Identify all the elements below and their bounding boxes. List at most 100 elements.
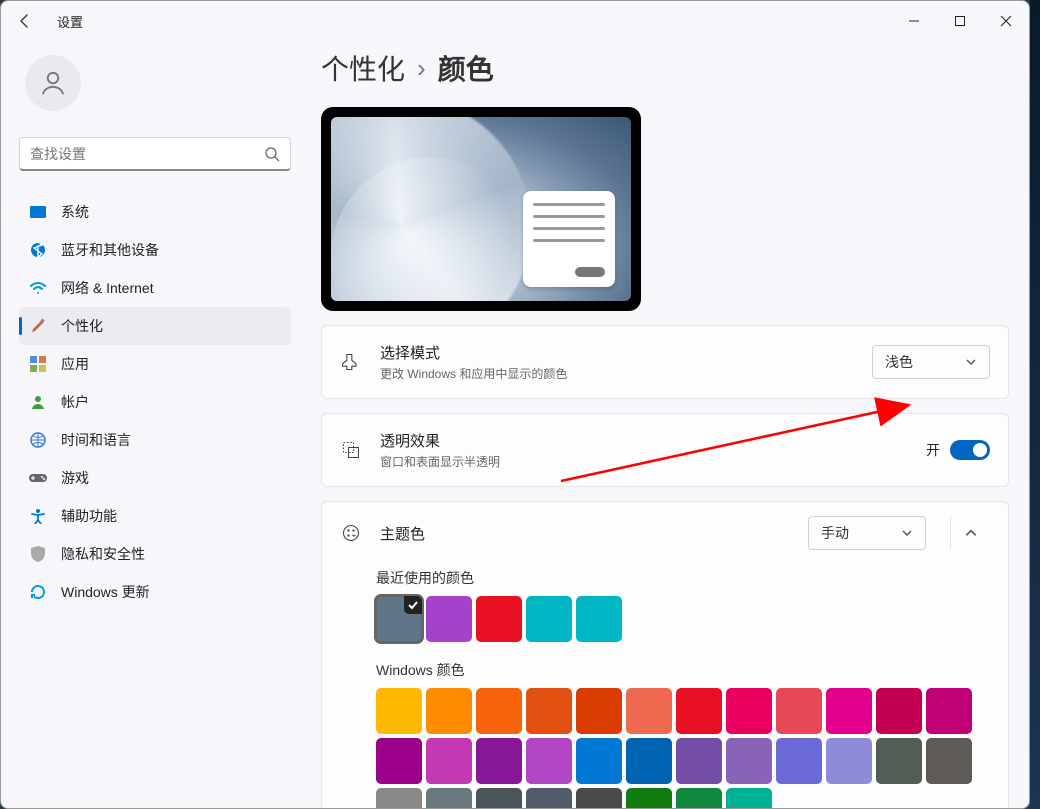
windows-color-swatch[interactable] xyxy=(426,788,472,808)
recent-color-swatch[interactable] xyxy=(576,596,622,642)
windows-color-swatch[interactable] xyxy=(576,788,622,808)
recent-colors-section: 最近使用的颜色 xyxy=(340,568,990,642)
windows-colors-section: Windows 颜色 xyxy=(340,660,990,808)
sidebar-item-account[interactable]: 帐户 xyxy=(19,383,291,421)
avatar[interactable] xyxy=(25,55,81,111)
windows-color-swatch[interactable] xyxy=(526,788,572,808)
sidebar-item-apps[interactable]: 应用 xyxy=(19,345,291,383)
windows-color-swatch[interactable] xyxy=(876,738,922,784)
windows-color-swatch[interactable] xyxy=(426,688,472,734)
sidebar-item-wifi[interactable]: 网络 & Internet xyxy=(19,269,291,307)
transparency-toggle[interactable] xyxy=(950,440,990,460)
main-content: 个性化 › 颜色 xyxy=(301,41,1029,808)
accent-color-card: 主题色 手动 最近使用的颜色 Windows 颜色 xyxy=(321,501,1009,808)
chevron-right-icon: › xyxy=(417,53,426,84)
sidebar-item-globe-clock[interactable]: 时间和语言 xyxy=(19,421,291,459)
windows-color-swatch[interactable] xyxy=(626,788,672,808)
recent-color-swatch[interactable] xyxy=(426,596,472,642)
sidebar-item-accessibility[interactable]: 辅助功能 xyxy=(19,497,291,535)
preview-frame xyxy=(321,107,641,311)
windows-color-swatch[interactable] xyxy=(726,788,772,808)
chevron-down-icon xyxy=(901,527,913,539)
account-icon xyxy=(29,394,47,410)
sidebar-item-label: Windows 更新 xyxy=(61,582,150,602)
windows-color-swatch[interactable] xyxy=(626,688,672,734)
sidebar-item-monitor[interactable]: 系统 xyxy=(19,193,291,231)
windows-color-swatch[interactable] xyxy=(926,688,972,734)
windows-colors-grid xyxy=(376,688,990,808)
minimize-button[interactable] xyxy=(891,5,937,37)
wifi-icon xyxy=(29,282,47,294)
toggle-knob xyxy=(973,443,987,457)
mode-dropdown[interactable]: 浅色 xyxy=(872,345,990,379)
palette-icon xyxy=(340,523,362,543)
check-icon xyxy=(404,596,422,614)
chevron-down-icon xyxy=(965,356,977,368)
sidebar-item-label: 隐私和安全性 xyxy=(61,544,145,564)
recent-color-swatch[interactable] xyxy=(526,596,572,642)
windows-color-swatch[interactable] xyxy=(676,788,722,808)
accent-collapse-button[interactable] xyxy=(950,516,990,550)
sidebar-item-label: 个性化 xyxy=(61,316,103,336)
close-button[interactable] xyxy=(983,5,1029,37)
recent-color-swatch[interactable] xyxy=(376,596,422,642)
windows-color-swatch[interactable] xyxy=(426,738,472,784)
windows-color-swatch[interactable] xyxy=(676,688,722,734)
maximize-button[interactable] xyxy=(937,5,983,37)
transparency-state-label: 开 xyxy=(926,440,940,460)
windows-color-swatch[interactable] xyxy=(776,738,822,784)
windows-color-swatch[interactable] xyxy=(576,688,622,734)
recent-color-swatch[interactable] xyxy=(476,596,522,642)
shield-icon xyxy=(29,546,47,562)
brush-icon xyxy=(29,318,47,334)
sidebar-item-update[interactable]: Windows 更新 xyxy=(19,573,291,611)
sidebar-item-shield[interactable]: 隐私和安全性 xyxy=(19,535,291,573)
windows-color-swatch[interactable] xyxy=(526,688,572,734)
windows-color-swatch[interactable] xyxy=(926,738,972,784)
color-preview xyxy=(321,107,1009,311)
windows-color-swatch[interactable] xyxy=(726,688,772,734)
windows-color-swatch[interactable] xyxy=(476,688,522,734)
window-controls xyxy=(891,5,1029,37)
breadcrumb-current: 颜色 xyxy=(438,48,494,88)
windows-color-swatch[interactable] xyxy=(776,688,822,734)
search-box[interactable] xyxy=(19,137,291,171)
windows-color-swatch[interactable] xyxy=(826,688,872,734)
mode-title: 选择模式 xyxy=(380,342,854,363)
windows-color-swatch[interactable] xyxy=(576,738,622,784)
recent-colors-row xyxy=(376,596,990,642)
windows-color-swatch[interactable] xyxy=(526,738,572,784)
mode-subtitle: 更改 Windows 和应用中显示的颜色 xyxy=(380,365,854,382)
accent-dropdown[interactable]: 手动 xyxy=(808,516,926,550)
sidebar-item-label: 网络 & Internet xyxy=(61,278,154,298)
sidebar-item-label: 时间和语言 xyxy=(61,430,131,450)
accent-title: 主题色 xyxy=(380,523,790,544)
search-icon xyxy=(264,146,280,162)
windows-color-swatch[interactable] xyxy=(476,738,522,784)
windows-color-swatch[interactable] xyxy=(726,738,772,784)
update-icon xyxy=(29,584,47,600)
transparency-subtitle: 窗口和表面显示半透明 xyxy=(380,453,908,470)
desktop-background-sliver xyxy=(1030,0,1040,809)
sidebar-item-gamepad[interactable]: 游戏 xyxy=(19,459,291,497)
windows-color-swatch[interactable] xyxy=(876,688,922,734)
back-button[interactable] xyxy=(7,3,43,39)
windows-color-swatch[interactable] xyxy=(676,738,722,784)
windows-color-swatch[interactable] xyxy=(476,788,522,808)
windows-color-swatch[interactable] xyxy=(626,738,672,784)
sidebar-item-bluetooth[interactable]: 蓝牙和其他设备 xyxy=(19,231,291,269)
transparency-icon xyxy=(340,440,362,460)
sidebar-item-brush[interactable]: 个性化 xyxy=(19,307,291,345)
gamepad-icon xyxy=(29,472,47,484)
mode-dropdown-value: 浅色 xyxy=(885,352,913,372)
titlebar: 设置 xyxy=(1,1,1029,41)
windows-color-swatch[interactable] xyxy=(376,738,422,784)
search-input[interactable] xyxy=(30,146,264,162)
sidebar-nav: 系统蓝牙和其他设备网络 & Internet 个性化应用帐户时间和语言游戏辅助功能… xyxy=(19,193,291,611)
breadcrumb-parent[interactable]: 个性化 xyxy=(321,48,405,88)
windows-color-swatch[interactable] xyxy=(376,688,422,734)
windows-color-swatch[interactable] xyxy=(826,738,872,784)
windows-color-swatch[interactable] xyxy=(376,788,422,808)
person-icon xyxy=(38,68,68,98)
recent-colors-title: 最近使用的颜色 xyxy=(376,568,990,588)
